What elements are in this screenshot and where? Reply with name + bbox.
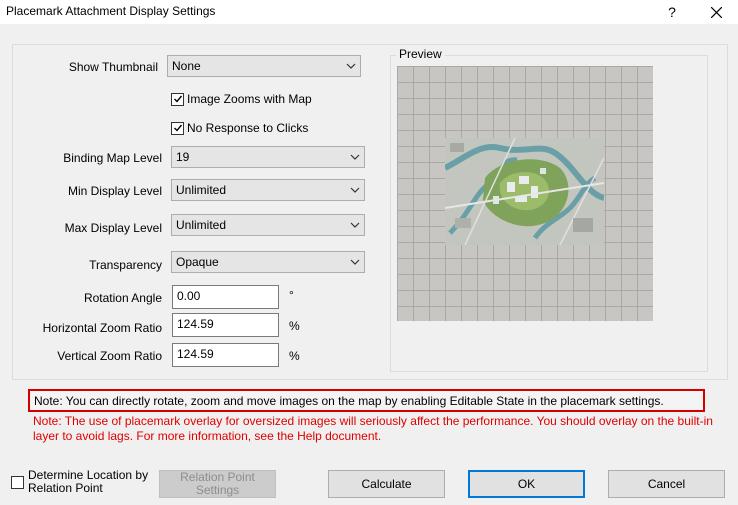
checkbox-box[interactable] xyxy=(171,121,184,135)
min-display-level-select[interactable]: Unlimited xyxy=(171,179,365,201)
help-icon: ? xyxy=(668,4,676,20)
show-thumbnail-value: None xyxy=(172,59,201,73)
binding-map-level-value: 19 xyxy=(176,150,190,164)
title-bar: Placemark Attachment Display Settings ? xyxy=(0,0,738,24)
max-display-level-select[interactable]: Unlimited xyxy=(171,214,365,236)
determine-location-checkbox[interactable]: Determine Location by Relation Point xyxy=(11,469,158,495)
max-display-level-label: Max Display Level xyxy=(64,221,162,235)
performance-warning-note: Note: The use of placemark overlay for o… xyxy=(33,414,713,443)
image-zooms-with-map-label: Image Zooms with Map xyxy=(187,92,312,106)
checkmark-icon xyxy=(173,124,182,132)
cancel-button[interactable]: Cancel xyxy=(608,470,725,498)
no-response-to-clicks-checkbox[interactable]: No Response to Clicks xyxy=(171,121,308,135)
horizontal-zoom-ratio-input[interactable]: 124.59 xyxy=(172,313,279,337)
close-icon xyxy=(710,6,722,18)
chevron-down-icon xyxy=(346,63,356,69)
transparency-select[interactable]: Opaque xyxy=(171,251,365,273)
chevron-down-icon xyxy=(350,154,360,160)
chevron-down-icon xyxy=(350,187,360,193)
calculate-button[interactable]: Calculate xyxy=(328,470,445,498)
no-response-to-clicks-label: No Response to Clicks xyxy=(187,121,309,135)
transparency-value: Opaque xyxy=(176,255,219,269)
preview-label: Preview xyxy=(396,47,445,61)
image-zooms-with-map-checkbox[interactable]: Image Zooms with Map xyxy=(171,92,312,106)
checkbox-box[interactable] xyxy=(171,92,184,106)
binding-map-level-select[interactable]: 19 xyxy=(171,146,365,168)
rotation-angle-label: Rotation Angle xyxy=(83,291,162,305)
ok-button[interactable]: OK xyxy=(468,470,585,498)
relation-point-settings-button[interactable]: Relation Point Settings xyxy=(159,470,276,498)
rotation-angle-input[interactable]: 0.00 xyxy=(172,285,279,309)
show-thumbnail-select[interactable]: None xyxy=(167,55,361,77)
close-button[interactable] xyxy=(694,0,738,24)
rotation-angle-unit: ° xyxy=(289,288,294,302)
checkmark-icon xyxy=(173,95,182,103)
checkbox-box[interactable] xyxy=(11,475,24,489)
min-display-level-value: Unlimited xyxy=(176,183,227,197)
chevron-down-icon xyxy=(350,259,360,265)
chevron-down-icon xyxy=(350,222,360,228)
transparency-label: Transparency xyxy=(89,258,162,272)
binding-map-level-label: Binding Map Level xyxy=(63,151,162,165)
horizontal-zoom-ratio-label: Horizontal Zoom Ratio xyxy=(42,321,162,335)
max-display-level-value: Unlimited xyxy=(176,218,227,232)
show-thumbnail-label: Show Thumbnail xyxy=(68,60,158,74)
vertical-zoom-ratio-input[interactable]: 124.59 xyxy=(172,343,279,367)
horizontal-zoom-ratio-unit: % xyxy=(289,319,300,333)
determine-location-label: Determine Location by Relation Point xyxy=(28,468,149,495)
min-display-level-label: Min Display Level xyxy=(67,184,162,198)
preview-map-image xyxy=(445,138,604,245)
vertical-zoom-ratio-label: Vertical Zoom Ratio xyxy=(57,349,162,363)
window-title: Placemark Attachment Display Settings xyxy=(6,4,216,18)
editable-state-note: Note: You can directly rotate, zoom and … xyxy=(28,389,705,412)
help-button[interactable]: ? xyxy=(650,0,694,24)
vertical-zoom-ratio-unit: % xyxy=(289,349,300,363)
